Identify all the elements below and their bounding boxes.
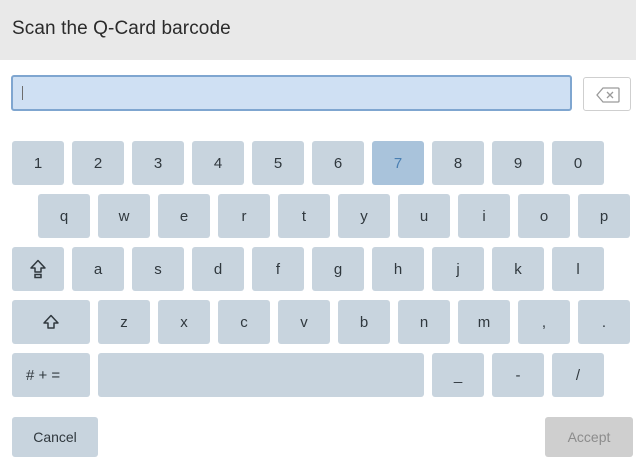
key-c[interactable]: c (218, 300, 270, 344)
key-comma[interactable]: , (518, 300, 570, 344)
key-0[interactable]: 0 (552, 141, 604, 185)
accept-button[interactable]: Accept (545, 417, 633, 457)
key-s[interactable]: s (132, 247, 184, 291)
shift-icon (43, 314, 59, 329)
key-5[interactable]: 5 (252, 141, 304, 185)
key-i[interactable]: i (458, 194, 510, 238)
key-7[interactable]: 7 (372, 141, 424, 185)
caps-lock-key[interactable] (12, 247, 64, 291)
key-e[interactable]: e (158, 194, 210, 238)
shift-key[interactable] (12, 300, 90, 344)
key-8[interactable]: 8 (432, 141, 484, 185)
key-1[interactable]: 1 (12, 141, 64, 185)
key-l[interactable]: l (552, 247, 604, 291)
backspace-icon (596, 87, 620, 103)
key-period[interactable]: . (578, 300, 630, 344)
key-v[interactable]: v (278, 300, 330, 344)
key-n[interactable]: n (398, 300, 450, 344)
caps-lock-icon (30, 259, 46, 279)
key-b[interactable]: b (338, 300, 390, 344)
cancel-button[interactable]: Cancel (12, 417, 98, 457)
title-bar: Scan the Q-Card barcode (0, 0, 636, 60)
key-r[interactable]: r (218, 194, 270, 238)
key-o[interactable]: o (518, 194, 570, 238)
key-4[interactable]: 4 (192, 141, 244, 185)
key-underscore[interactable]: _ (432, 353, 484, 397)
text-caret (22, 86, 23, 100)
key-d[interactable]: d (192, 247, 244, 291)
key-dash[interactable]: - (492, 353, 544, 397)
key-x[interactable]: x (158, 300, 210, 344)
key-f[interactable]: f (252, 247, 304, 291)
key-t[interactable]: t (278, 194, 330, 238)
key-6[interactable]: 6 (312, 141, 364, 185)
key-h[interactable]: h (372, 247, 424, 291)
page-title: Scan the Q-Card barcode (12, 18, 231, 39)
key-g[interactable]: g (312, 247, 364, 291)
key-k[interactable]: k (492, 247, 544, 291)
key-2[interactable]: 2 (72, 141, 124, 185)
key-slash[interactable]: / (552, 353, 604, 397)
key-u[interactable]: u (398, 194, 450, 238)
key-m[interactable]: m (458, 300, 510, 344)
key-j[interactable]: j (432, 247, 484, 291)
key-y[interactable]: y (338, 194, 390, 238)
key-z[interactable]: z (98, 300, 150, 344)
symbols-key[interactable]: # + = (12, 353, 90, 397)
barcode-input[interactable] (11, 75, 572, 111)
key-w[interactable]: w (98, 194, 150, 238)
key-p[interactable]: p (578, 194, 630, 238)
backspace-button[interactable] (583, 77, 631, 111)
key-q[interactable]: q (38, 194, 90, 238)
space-key[interactable] (98, 353, 424, 397)
key-9[interactable]: 9 (492, 141, 544, 185)
key-a[interactable]: a (72, 247, 124, 291)
key-3[interactable]: 3 (132, 141, 184, 185)
